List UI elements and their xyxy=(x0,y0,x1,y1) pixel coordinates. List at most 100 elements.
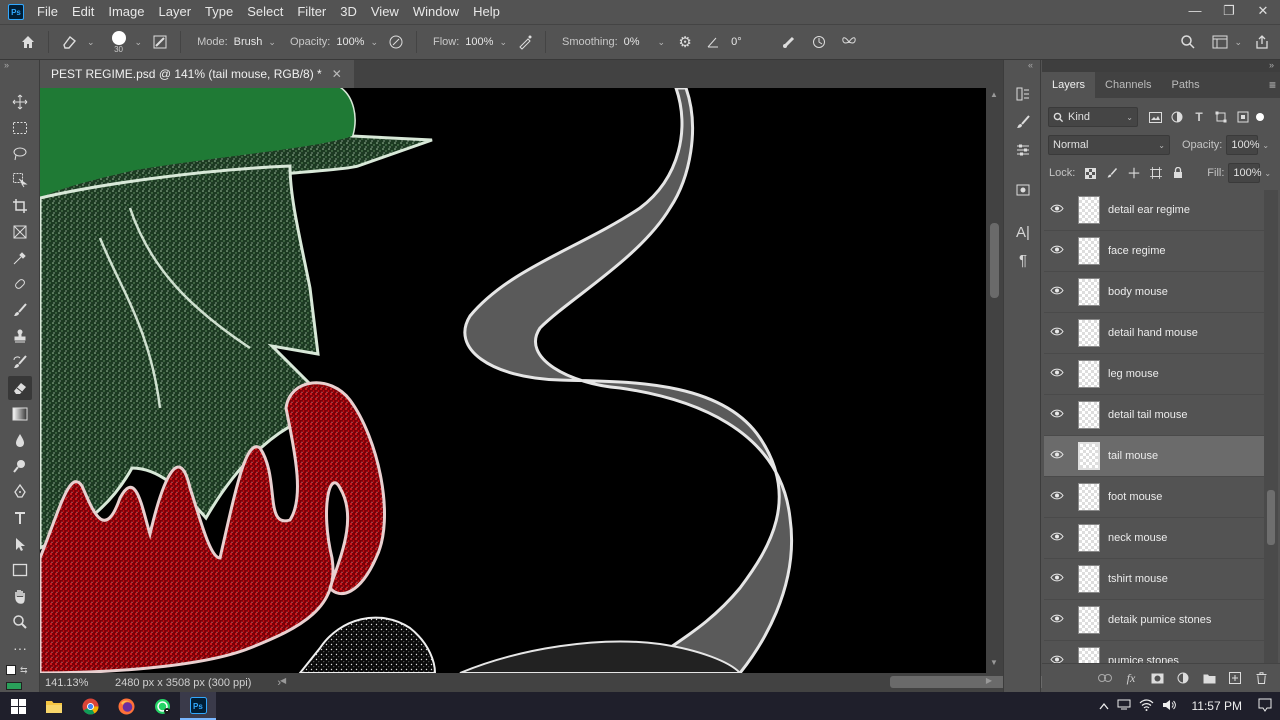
close-window-button[interactable]: ✕ xyxy=(1246,0,1280,24)
pressure-opacity-icon[interactable] xyxy=(384,30,408,54)
layer-name[interactable]: leg mouse xyxy=(1108,368,1159,380)
visibility-eye-icon[interactable] xyxy=(1044,286,1070,298)
layer-row[interactable]: detaik pumice stones xyxy=(1044,600,1264,641)
flow-input[interactable]: 100% xyxy=(465,36,493,48)
menu-select[interactable]: Select xyxy=(240,0,290,24)
layer-row[interactable]: pumice stones xyxy=(1044,641,1264,663)
layer-row[interactable]: detail hand mouse xyxy=(1044,313,1264,354)
layer-row[interactable]: leg mouse xyxy=(1044,354,1264,395)
layer-thumbnail[interactable] xyxy=(1078,524,1100,552)
minimize-button[interactable]: — xyxy=(1178,0,1212,24)
airbrush-icon[interactable] xyxy=(513,30,537,54)
path-selection-tool-icon[interactable] xyxy=(8,532,32,556)
layer-name[interactable]: foot mouse xyxy=(1108,491,1162,503)
tab-layers[interactable]: Layers xyxy=(1042,72,1096,98)
layer-thumbnail[interactable] xyxy=(1078,196,1100,224)
swap-colors-icon[interactable]: ⇆ xyxy=(20,665,28,676)
zoom-level[interactable]: 141.13% xyxy=(45,677,111,689)
menu-window[interactable]: Window xyxy=(406,0,466,24)
menu-file[interactable]: File xyxy=(30,0,65,24)
restore-button[interactable]: ❐ xyxy=(1212,0,1246,24)
layer-row[interactable]: detail ear regime xyxy=(1044,190,1264,231)
layer-name[interactable]: tshirt mouse xyxy=(1108,573,1168,585)
gear-icon[interactable]: ⚙ xyxy=(673,30,697,54)
layer-thumbnail[interactable] xyxy=(1078,483,1100,511)
crop-tool-icon[interactable] xyxy=(8,194,32,218)
layer-row[interactable]: tail mouse xyxy=(1044,436,1264,477)
canvas-horizontal-scrollbar[interactable]: ◀ ▶ xyxy=(280,673,1050,692)
visibility-eye-icon[interactable] xyxy=(1044,491,1070,503)
layer-thumbnail[interactable] xyxy=(1078,360,1100,388)
chevron-down-icon[interactable]: ⌄ xyxy=(370,37,378,48)
close-document-icon[interactable]: ✕ xyxy=(332,67,342,81)
background-color-swatch[interactable] xyxy=(6,682,22,690)
clock[interactable]: 11:57 PM xyxy=(1192,699,1242,713)
start-button-icon[interactable] xyxy=(0,692,36,720)
chevron-down-icon[interactable]: ⌄ xyxy=(268,37,276,48)
chevron-down-icon[interactable]: ⌄ xyxy=(1234,37,1242,48)
layer-thumbnail[interactable] xyxy=(1078,319,1100,347)
pressure-size-icon[interactable] xyxy=(777,30,801,54)
layer-row[interactable]: body mouse xyxy=(1044,272,1264,313)
tab-paths[interactable]: Paths xyxy=(1162,72,1210,98)
firefox-icon[interactable] xyxy=(108,692,144,720)
layer-name[interactable]: neck mouse xyxy=(1108,532,1167,544)
lock-pixels-brush-icon[interactable] xyxy=(1101,163,1123,183)
healing-brush-tool-icon[interactable] xyxy=(8,272,32,296)
photoshop-taskbar-icon[interactable]: Ps xyxy=(180,692,216,720)
eyedropper-tool-icon[interactable] xyxy=(8,246,32,270)
fx-icon[interactable]: fx xyxy=(1120,668,1142,688)
blur-tool-icon[interactable] xyxy=(8,428,32,452)
layer-name[interactable]: pumice stones xyxy=(1108,655,1179,663)
trash-icon[interactable] xyxy=(1250,668,1272,688)
menu-view[interactable]: View xyxy=(364,0,406,24)
menu-image[interactable]: Image xyxy=(101,0,151,24)
group-folder-icon[interactable] xyxy=(1198,668,1220,688)
object-selection-tool-icon[interactable] xyxy=(8,168,32,192)
dodge-tool-icon[interactable] xyxy=(8,454,32,478)
brush-size-picker[interactable]: 30 xyxy=(109,30,129,54)
filter-smart-object-icon[interactable] xyxy=(1232,107,1254,127)
layer-thumbnail[interactable] xyxy=(1078,606,1100,634)
adjustments-panel-icon[interactable] xyxy=(1011,138,1035,162)
marquee-tool-icon[interactable] xyxy=(8,116,32,140)
new-layer-icon[interactable] xyxy=(1224,668,1246,688)
fill-input[interactable]: 100% xyxy=(1228,163,1262,183)
mode-select[interactable]: Brush xyxy=(234,36,263,48)
workspace-icon[interactable] xyxy=(1208,30,1232,54)
layer-row[interactable]: neck mouse xyxy=(1044,518,1264,559)
share-icon[interactable] xyxy=(1250,30,1274,54)
layer-thumbnail[interactable] xyxy=(1078,237,1100,265)
visibility-eye-icon[interactable] xyxy=(1044,532,1070,544)
mask-icon[interactable] xyxy=(1146,668,1168,688)
angle-input[interactable]: 0° xyxy=(731,36,771,48)
blend-mode-select[interactable]: Normal ⌄ xyxy=(1048,135,1170,155)
hand-tool-icon[interactable] xyxy=(8,584,32,608)
frame-tool-icon[interactable] xyxy=(8,220,32,244)
more-tools-icon[interactable]: ··· xyxy=(8,636,32,660)
collapse-panel-icon[interactable]: » xyxy=(1269,60,1274,70)
home-icon[interactable] xyxy=(16,30,40,54)
chrome-icon[interactable] xyxy=(72,692,108,720)
panel-menu-icon[interactable]: ≡ xyxy=(1269,78,1276,92)
canvas[interactable] xyxy=(40,88,986,673)
layer-row[interactable]: foot mouse xyxy=(1044,477,1264,518)
filter-shape-icon[interactable] xyxy=(1210,107,1232,127)
layer-name[interactable]: detail ear regime xyxy=(1108,204,1190,216)
character-panel-icon[interactable]: A| xyxy=(1011,220,1035,244)
history-brush-tool-icon[interactable] xyxy=(8,350,32,374)
scroll-right-icon[interactable]: ▶ xyxy=(986,676,992,685)
visibility-eye-icon[interactable] xyxy=(1044,327,1070,339)
filter-toggle-icon[interactable] xyxy=(1256,113,1264,121)
layer-thumbnail[interactable] xyxy=(1078,278,1100,306)
history-panel-icon[interactable] xyxy=(1011,82,1035,106)
brush-settings-panel-icon[interactable] xyxy=(1011,110,1035,134)
filter-pixel-icon[interactable] xyxy=(1144,107,1166,127)
clone-stamp-tool-icon[interactable] xyxy=(8,324,32,348)
opacity-input[interactable]: 100% xyxy=(336,36,364,48)
menu-3d[interactable]: 3D xyxy=(333,0,364,24)
chevron-down-icon[interactable]: ⌄ xyxy=(87,37,95,48)
layer-row[interactable]: face regime xyxy=(1044,231,1264,272)
chevron-down-icon[interactable]: ⌄ xyxy=(1262,141,1269,150)
link-icon[interactable] xyxy=(1094,668,1116,688)
